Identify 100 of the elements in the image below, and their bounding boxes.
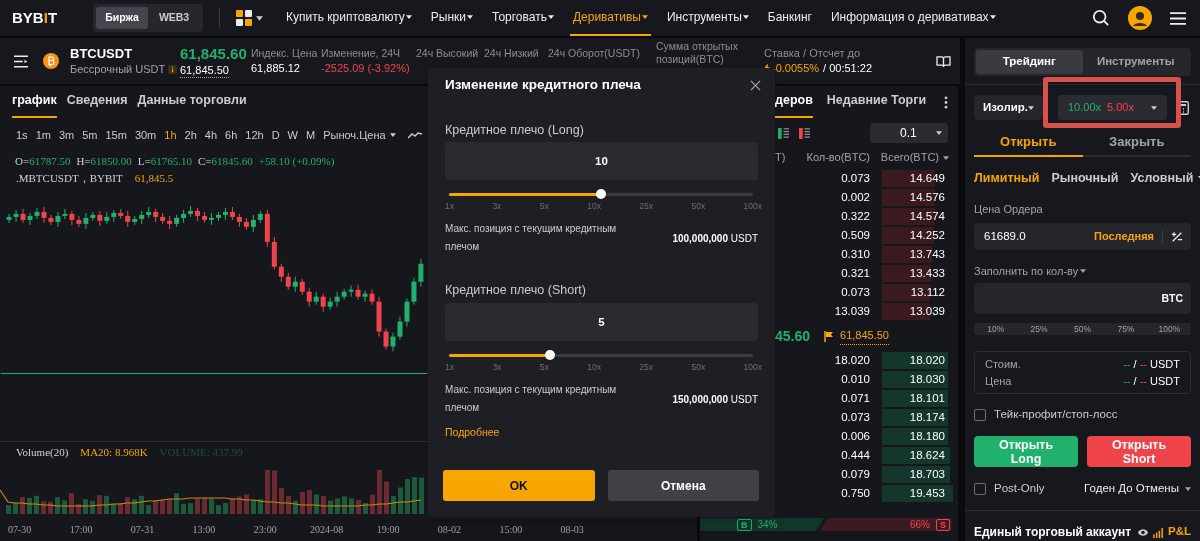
info-icon[interactable] xyxy=(168,65,178,74)
candlestick xyxy=(209,212,214,226)
volume-label: Volume(20) xyxy=(16,444,69,460)
menu-icon[interactable] xyxy=(1170,11,1186,25)
chart-tab[interactable]: Сведения xyxy=(66,91,128,118)
percent-button[interactable]: 25% xyxy=(1017,323,1061,335)
nav-menu-item[interactable]: Инструменты xyxy=(663,0,752,36)
line-chart-icon[interactable] xyxy=(407,130,422,139)
order-book-tab[interactable]: Недавние Торги xyxy=(826,91,927,118)
sell-orders-view-icon[interactable] xyxy=(799,127,810,139)
plus-minus-icon[interactable] xyxy=(1171,230,1183,243)
avatar-icon[interactable] xyxy=(1128,6,1152,30)
nav-menu-item[interactable]: Банкинг xyxy=(764,0,815,36)
nav-menu-item[interactable]: Торговать xyxy=(489,0,557,36)
quantity-cell-text: 0.071 xyxy=(840,390,870,406)
interval-button[interactable]: D xyxy=(271,126,280,144)
interval-button[interactable]: 1s xyxy=(16,126,28,144)
time-in-force-dropdown[interactable]: Годен До Отмены xyxy=(1084,480,1191,498)
nav-menu-item[interactable]: Деривативы xyxy=(569,0,651,36)
volume-bar xyxy=(349,498,354,515)
interval-button[interactable]: M xyxy=(306,126,316,144)
slider-tick-label: 10x xyxy=(587,361,601,373)
interval-button[interactable]: 6h xyxy=(225,126,238,144)
quantity-mode-dropdown[interactable]: Заполнить по кол-ву xyxy=(974,264,1087,278)
buy-orders-view-icon[interactable] xyxy=(778,127,789,139)
segment-tab[interactable]: Биржа xyxy=(96,7,149,29)
interval-button[interactable]: 1m xyxy=(35,126,51,144)
quantity-field[interactable]: BTC xyxy=(974,283,1191,314)
column-header[interactable]: Всего(BTC) xyxy=(882,149,953,166)
panel-tab[interactable]: Инструменты xyxy=(1082,50,1189,74)
logo[interactable]: BYBIT xyxy=(12,6,58,30)
percent-button[interactable]: 10% xyxy=(974,323,1018,335)
percent-button[interactable]: 50% xyxy=(1060,323,1105,335)
volume-bar xyxy=(405,479,410,515)
volume-bar xyxy=(265,470,270,515)
caret-icon xyxy=(1185,487,1191,491)
percent-button[interactable]: 100% xyxy=(1147,323,1192,335)
menu-icon[interactable] xyxy=(14,54,28,68)
order-type-tab[interactable]: Условный xyxy=(1130,168,1200,188)
nav-menu-item[interactable]: Купить криптовалюту xyxy=(283,0,415,36)
checkbox[interactable] xyxy=(974,483,986,495)
ohlc-value: O=61787.50 xyxy=(15,153,71,169)
field-label: Кредитное плечо (Short) xyxy=(445,282,587,297)
eye-icon[interactable] xyxy=(1137,527,1150,537)
max-position-value: 100,000,000 USDT xyxy=(672,231,758,246)
checkbox[interactable] xyxy=(974,409,986,421)
side-tab[interactable]: Открыть xyxy=(974,128,1083,157)
cancel-button[interactable]: Отмена xyxy=(607,470,759,501)
summary-value: -- / -- USDT xyxy=(1123,373,1180,389)
volume-bar xyxy=(342,496,347,515)
interval-button[interactable]: 12h xyxy=(245,126,264,144)
volume-bar xyxy=(181,503,186,515)
interval-button[interactable]: 30m xyxy=(134,126,157,144)
interval-button[interactable]: 2h xyxy=(184,126,197,144)
leverage-button[interactable]: 10.00x 5.00x xyxy=(1058,95,1167,120)
leverage-input[interactable]: 5 xyxy=(445,303,758,341)
symbol-name[interactable]: BTCUSDT xyxy=(70,45,180,62)
search-icon[interactable] xyxy=(1092,9,1110,27)
side-tab[interactable]: Закрыть xyxy=(1082,128,1191,157)
panel-tab[interactable]: Трейдинг xyxy=(976,50,1083,74)
order-type-tab[interactable]: Рыночный xyxy=(1051,168,1119,188)
interval-button[interactable]: 15m xyxy=(105,126,127,144)
margin-mode-dropdown[interactable]: Изолир. xyxy=(974,95,1043,120)
chart-tab[interactable]: график xyxy=(12,91,57,118)
max-position-label: Макс. позиция с текущим кредитным плечом xyxy=(445,222,618,254)
interval-button[interactable]: 5m xyxy=(82,126,98,144)
percent-button[interactable]: 75% xyxy=(1104,323,1148,335)
slider-tick-label: 25x xyxy=(639,361,653,373)
interval-button[interactable]: 4h xyxy=(204,126,218,144)
interval-button[interactable]: 3m xyxy=(58,126,75,144)
chart-tab[interactable]: Данные торговли xyxy=(137,91,247,118)
interval-button[interactable]: W xyxy=(287,126,298,144)
ok-button[interactable]: OK xyxy=(443,470,595,501)
slider[interactable] xyxy=(449,349,753,361)
leverage-input[interactable]: 10 xyxy=(445,142,758,180)
close-icon[interactable] xyxy=(750,79,761,91)
price-type-dropdown[interactable]: Рыноч.Цена xyxy=(323,126,396,144)
volume-bar xyxy=(272,470,277,515)
nav-menu-item[interactable]: Информация о деривативах xyxy=(827,0,999,36)
price-field[interactable]: 61689.0 Последняя xyxy=(974,223,1191,250)
precision-dropdown[interactable]: 0.1 xyxy=(870,123,948,143)
pnl-button[interactable]: P&L xyxy=(1153,523,1191,541)
volume-bar xyxy=(230,498,235,515)
slider-tick-label: 1x xyxy=(445,200,454,212)
book-icon[interactable] xyxy=(936,54,951,68)
open-short-button[interactable]: Открыть Short xyxy=(1087,436,1191,467)
nav-menu-item[interactable]: Рынки xyxy=(427,0,476,36)
apps-menu-button[interactable] xyxy=(236,10,264,26)
slider-thumb[interactable] xyxy=(596,189,606,199)
interval-button[interactable]: 1h xyxy=(164,126,177,144)
caret-icon xyxy=(1028,105,1035,110)
last-price-button[interactable]: Последняя xyxy=(1093,228,1154,245)
buy-ratio: 34% xyxy=(757,518,778,532)
order-type-tab[interactable]: Лимитный xyxy=(974,168,1040,188)
details-link[interactable]: Подробнее xyxy=(445,425,500,441)
quantity-cell-text: 0.002 xyxy=(840,189,870,205)
segment-tab[interactable]: WEB3 xyxy=(148,7,201,29)
more-icon[interactable] xyxy=(944,95,948,109)
slider[interactable] xyxy=(449,188,753,200)
slider-thumb[interactable] xyxy=(545,350,556,360)
